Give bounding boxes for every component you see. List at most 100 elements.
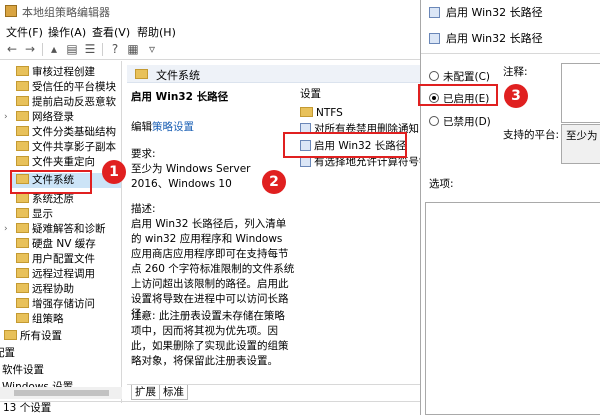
- radio-circle-icon[interactable]: [429, 71, 439, 81]
- tree-item[interactable]: 远程协助: [16, 282, 74, 297]
- tree-item-label: 所有设置: [20, 330, 62, 342]
- step-badge-2: 2: [262, 170, 286, 194]
- folder-icon: [16, 208, 29, 218]
- requirements-label: 要求:: [131, 148, 156, 160]
- tree-item[interactable]: 配置: [0, 346, 15, 361]
- status-bar: 13 个设置: [0, 401, 420, 415]
- tree-item[interactable]: 用户配置文件: [16, 252, 95, 267]
- tree-item[interactable]: 文件共享影子副本: [16, 140, 116, 155]
- tree-item-label: 网络登录: [32, 111, 74, 123]
- folder-icon: [16, 283, 29, 293]
- help-icon[interactable]: ?: [107, 42, 123, 57]
- radio-label: 未配置(C): [443, 71, 491, 83]
- tree-item-label: 审核过程创建: [32, 66, 95, 78]
- tree-item[interactable]: 文件夹重定向: [16, 155, 95, 170]
- app-icon: [5, 5, 17, 17]
- radio-circle-icon[interactable]: [429, 116, 439, 126]
- tree-item-label: 提前启动反恶意软: [32, 96, 116, 108]
- menu-view[interactable]: 查看(V): [92, 24, 130, 40]
- expand-arrow-icon[interactable]: ›: [4, 222, 8, 237]
- content-header: 文件系统: [127, 65, 420, 83]
- tab-extended[interactable]: 扩展: [131, 385, 160, 400]
- export-list-icon[interactable]: ☰: [82, 42, 98, 57]
- tree-item[interactable]: 系统还原: [16, 192, 74, 207]
- tree-item[interactable]: ›所有设置: [4, 329, 62, 344]
- forward-arrow-icon[interactable]: →: [22, 42, 38, 57]
- window-title: 本地组策略编辑器: [22, 6, 110, 19]
- folder-icon: [16, 96, 29, 106]
- menu-action[interactable]: 操作(A): [48, 24, 86, 40]
- tree-item[interactable]: › 疑难解答和诊断: [4, 222, 106, 237]
- tree-item[interactable]: 显示: [16, 207, 53, 222]
- folder-icon: [16, 81, 29, 91]
- tree-item[interactable]: 硬盘 NV 缓存: [16, 237, 96, 252]
- show-hide-tree-icon[interactable]: ▤: [64, 42, 80, 57]
- comment-textarea[interactable]: [561, 63, 600, 123]
- tree-item[interactable]: › 网络登录: [4, 110, 74, 125]
- folder-icon: [16, 253, 29, 263]
- note-text: 注意: 此注册表设置未存储在策略项中，因而将其视为优先项。因此，如果删除了实现此…: [131, 310, 289, 367]
- menu-file[interactable]: 文件(F): [6, 24, 43, 40]
- tree-item-label: 受信任的平台模块: [32, 81, 116, 93]
- options-panel: [425, 202, 600, 415]
- back-arrow-icon[interactable]: ←: [4, 42, 20, 57]
- options-label: 选项:: [429, 178, 454, 190]
- edit-policy-link[interactable]: 策略设置: [152, 121, 194, 133]
- tree-item[interactable]: 增强存储访问: [16, 297, 95, 312]
- title-bar: 本地组策略编辑器: [0, 0, 420, 22]
- tree-item[interactable]: 软件设置: [2, 363, 44, 378]
- tree-item-label: 用户配置文件: [32, 253, 95, 265]
- expand-arrow-icon[interactable]: ›: [4, 110, 8, 125]
- folder-icon: [16, 66, 29, 76]
- properties-icon[interactable]: ▦: [125, 42, 141, 57]
- tree-item[interactable]: 组策略: [16, 312, 64, 327]
- folder-icon: [16, 141, 29, 151]
- list-header[interactable]: 设置: [300, 87, 321, 102]
- description-panel: 启用 Win32 长路径 编辑策略设置 要求: 至少为 Windows Serv…: [127, 84, 294, 384]
- tab-standard[interactable]: 标准: [159, 385, 188, 400]
- tree-item-label: 组策略: [32, 313, 64, 325]
- folder-icon: [300, 107, 313, 117]
- setting-icon: [429, 7, 440, 18]
- toolbar-separator: [102, 43, 103, 56]
- group-policy-editor-window: 本地组策略编辑器 文件(F) 操作(A) 查看(V) 帮助(H) ← → ▴ ▤…: [0, 0, 420, 415]
- folder-icon: [16, 156, 29, 166]
- folder-icon: [4, 330, 17, 340]
- scrollbar-thumb[interactable]: [14, 390, 109, 396]
- list-item-label: NTFS: [316, 107, 343, 119]
- filter-icon[interactable]: ▿: [144, 42, 160, 57]
- radio-disabled[interactable]: 已禁用(D): [429, 114, 491, 129]
- up-folder-icon[interactable]: ▴: [46, 42, 62, 57]
- folder-icon: [135, 69, 148, 79]
- menu-help[interactable]: 帮助(H): [137, 24, 176, 40]
- tree-item[interactable]: 审核过程创建: [16, 65, 95, 80]
- tree-item[interactable]: 受信任的平台模块: [16, 80, 116, 95]
- supported-platform-label: 支持的平台:: [503, 129, 560, 141]
- list-item[interactable]: NTFS: [300, 106, 343, 121]
- comment-label: 注释:: [503, 66, 528, 78]
- tree-item-label: 远程过程调用: [32, 268, 95, 280]
- highlight-win32-long-paths: [283, 132, 407, 158]
- tree-item-label: 增强存储访问: [32, 298, 95, 310]
- edit-prefix: 编辑: [131, 121, 152, 133]
- content-header-title: 文件系统: [156, 69, 200, 82]
- dialog-title-bar: 启用 Win32 长路径: [429, 4, 543, 20]
- folder-icon: [16, 193, 29, 203]
- tree-item[interactable]: 提前启动反恶意软: [16, 95, 116, 110]
- description-label: 描述:: [131, 203, 156, 215]
- setting-icon: [429, 33, 440, 44]
- tree-item[interactable]: 文件分类基础结构: [16, 125, 116, 140]
- tree-item-label: 显示: [32, 208, 53, 220]
- menu-bar: 文件(F) 操作(A) 查看(V) 帮助(H): [0, 22, 420, 40]
- folder-icon: [16, 126, 29, 136]
- tree-item[interactable]: 远程过程调用: [16, 267, 95, 282]
- toolbar: ← → ▴ ▤ ☰ ? ▦ ▿: [0, 40, 420, 60]
- edit-policy-line: 编辑策略设置: [131, 120, 194, 135]
- tree-panel: 审核过程创建 受信任的平台模块 提前启动反恶意软 › 网络登录 文件分类基础结构 …: [0, 61, 122, 403]
- dialog-header: 启用 Win32 长路径: [429, 30, 543, 46]
- horizontal-scrollbar[interactable]: [0, 387, 122, 399]
- view-tabs: 扩展 标准: [127, 384, 420, 400]
- tree-item-label: 系统还原: [32, 193, 74, 205]
- radio-not-configured[interactable]: 未配置(C): [429, 69, 490, 84]
- tree-item-label: 文件夹重定向: [32, 156, 95, 168]
